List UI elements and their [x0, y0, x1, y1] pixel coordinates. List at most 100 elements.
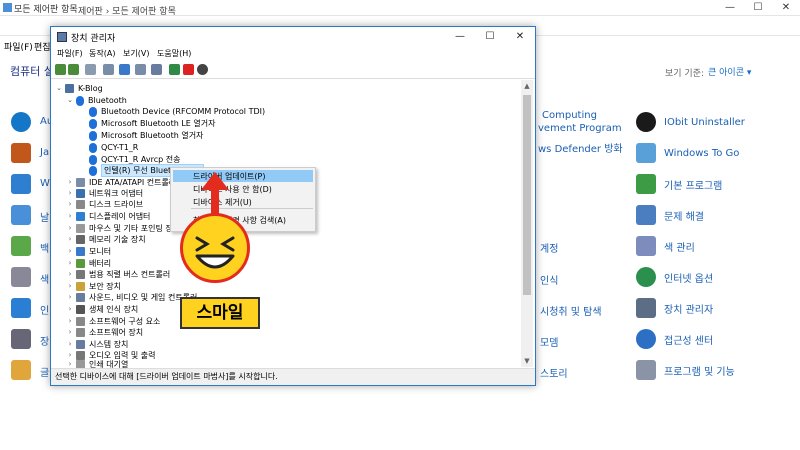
cp-item-left[interactable]: 색 [40, 271, 49, 286]
tree-category[interactable]: › 메모리 기술 장치 [66, 234, 146, 245]
cp-item-troubleshooting[interactable]: 문제 해결 [636, 205, 704, 225]
tree-category[interactable]: › 디스크 드라이브 [66, 199, 143, 210]
cp-item-left[interactable]: 날 [40, 209, 49, 224]
dm-minimize-button[interactable]: — [445, 27, 475, 47]
dm-menu-help[interactable]: 도움말(H) [157, 48, 191, 59]
expand-icon[interactable]: › [66, 199, 74, 210]
uninstall-icon[interactable] [183, 64, 194, 75]
cp-item-windows-to-go[interactable]: Windows To Go [636, 143, 739, 163]
tree-category[interactable]: › 마우스 및 기타 포인팅 장치 [66, 223, 180, 234]
cp-item-mid[interactable]: 계정 [540, 240, 558, 255]
tree-root[interactable]: ⌄ K-Blog [55, 83, 103, 94]
tree-category[interactable]: › 시스템 장치 [66, 339, 128, 350]
expand-icon[interactable]: › [66, 327, 74, 338]
cp-item-internet-options[interactable]: 인터넷 옵션 [636, 267, 713, 287]
tree-device[interactable]: Microsoft Bluetooth 열거자 [89, 130, 203, 141]
help-icon[interactable] [119, 64, 130, 75]
close-button[interactable]: ✕ [772, 0, 800, 16]
console-tree-icon[interactable] [85, 64, 96, 75]
cp-item-left[interactable]: 인 [40, 302, 49, 317]
back-icon[interactable] [55, 64, 66, 75]
expand-icon[interactable]: › [66, 339, 74, 350]
expand-icon[interactable]: › [66, 246, 74, 257]
tree-category[interactable]: › 보안 장치 [66, 281, 121, 292]
dm-maximize-button[interactable]: ☐ [475, 27, 505, 47]
tree-device[interactable]: Microsoft Bluetooth LE 열거자 [89, 118, 215, 129]
properties-icon[interactable] [103, 64, 114, 75]
cp-item-mid[interactable]: 스토리 [540, 365, 568, 380]
tree-category-label: 마우스 및 기타 포인팅 장치 [89, 224, 181, 233]
cp-item-mid[interactable]: 모뎀 [540, 334, 558, 349]
collapse-icon[interactable]: ⌄ [55, 83, 63, 94]
cp-item-iobit[interactable]: IObit Uninstaller [636, 112, 745, 132]
tree-category-label: 시스템 장치 [89, 340, 129, 349]
update-driver-icon[interactable] [169, 64, 180, 75]
tree-category[interactable]: › 소프트웨어 구성 요소 [66, 316, 160, 327]
tree-category[interactable]: › 범용 직렬 버스 컨트롤러 [66, 269, 170, 280]
maximize-button[interactable]: ☐ [744, 0, 772, 16]
mouse-icon [76, 224, 85, 233]
cp-item-left[interactable]: 백 [40, 240, 49, 255]
scroll-up-icon[interactable]: ▲ [521, 80, 533, 92]
expand-icon[interactable]: › [66, 304, 74, 315]
view-by-label: 보기 기준: [665, 69, 705, 79]
expand-icon[interactable]: › [66, 292, 74, 303]
dm-menu-action[interactable]: 동작(A) [89, 48, 115, 59]
usb-icon [76, 270, 85, 279]
forward-icon[interactable] [68, 64, 79, 75]
expand-icon[interactable]: › [66, 234, 74, 245]
software-component-icon [76, 317, 85, 326]
cp-item-programs-features[interactable]: 프로그램 및 기능 [636, 360, 735, 380]
cp-item-mid[interactable]: 인식 [540, 272, 558, 287]
dm-menu-file[interactable]: 파일(F) [57, 48, 83, 59]
cp-item-ease-of-access[interactable]: 접근성 센터 [636, 329, 713, 349]
tree-category[interactable]: › 생체 인식 장치 [66, 304, 138, 315]
backup-icon [11, 236, 31, 256]
expand-icon[interactable]: › [66, 281, 74, 292]
tree-device[interactable]: QCY-T1_R [89, 142, 138, 153]
view-by-dropdown[interactable]: 큰 아이콘 ▾ [708, 65, 751, 78]
address-path[interactable]: 제어판 › 모든 제어판 항목 [78, 4, 176, 17]
cp-item-color-management[interactable]: 색 관리 [636, 236, 695, 256]
dm-menu-view[interactable]: 보기(V) [123, 48, 149, 59]
cp-item-left[interactable]: 장 [40, 333, 49, 348]
tree-category[interactable]: › 배터리 [66, 258, 111, 269]
tree-category[interactable]: › 네트워크 어댑터 [66, 188, 143, 199]
scroll-down-icon[interactable]: ▼ [521, 355, 533, 367]
dm-window-title: 장치 관리자 [71, 34, 116, 44]
cp-item-left[interactable]: 글 [40, 364, 49, 379]
tree-category[interactable]: › 사운드, 비디오 및 게임 컨트롤러 [66, 292, 197, 303]
menu-edit[interactable]: 편집 [34, 40, 51, 53]
tree-category[interactable]: › IDE ATA/ATAPI 컨트롤러 [66, 177, 176, 188]
view-icon[interactable] [135, 64, 146, 75]
uninstall-device-menu-item[interactable]: 디바이스 제거(U) [193, 197, 252, 208]
scroll-thumb[interactable] [523, 95, 531, 295]
disable-icon[interactable] [197, 64, 208, 75]
expand-icon[interactable]: › [66, 211, 74, 222]
cp-item-mid[interactable]: Computing [542, 110, 597, 121]
cp-item-mid[interactable]: vement Program [538, 123, 622, 134]
expand-icon[interactable]: › [66, 223, 74, 234]
collapse-icon[interactable]: ⌄ [66, 95, 74, 106]
dm-close-button[interactable]: ✕ [505, 27, 535, 47]
expand-icon[interactable]: › [66, 316, 74, 327]
tree-bluetooth[interactable]: ⌄ Bluetooth [66, 95, 127, 106]
expand-icon[interactable]: › [66, 177, 74, 188]
cp-item-left[interactable]: Ja [40, 147, 49, 158]
tree-category[interactable]: › 소프트웨어 장치 [66, 327, 143, 338]
menu-file[interactable]: 파일(F) [4, 40, 33, 53]
expand-icon[interactable]: › [66, 188, 74, 199]
cp-item-mid[interactable]: 시청취 및 탐색 [540, 303, 602, 318]
cp-item-device-manager[interactable]: 장치 관리자 [636, 298, 713, 318]
cp-item-left[interactable]: W [40, 178, 50, 189]
scan-hardware-icon[interactable] [151, 64, 162, 75]
cp-item-label: 접근성 센터 [664, 335, 714, 347]
minimize-button[interactable]: — [716, 0, 744, 16]
expand-icon[interactable]: › [66, 258, 74, 269]
tree-device[interactable]: Bluetooth Device (RFCOMM Protocol TDI) [89, 106, 265, 117]
cp-item-default-programs[interactable]: 기본 프로그램 [636, 174, 722, 194]
expand-icon[interactable]: › [66, 269, 74, 280]
tree-category[interactable]: › 모니터 [66, 246, 111, 257]
cp-item-mid[interactable]: ws Defender 방화 [538, 140, 623, 155]
tree-category[interactable]: › 디스플레이 어댑터 [66, 211, 150, 222]
